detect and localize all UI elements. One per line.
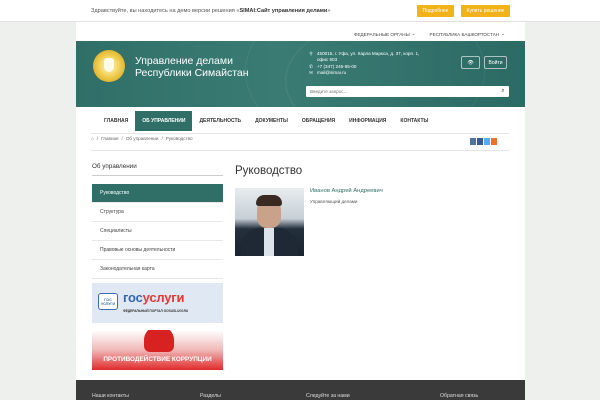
nav-activity[interactable]: ДЕЯТЕЛЬНОСТЬ (192, 111, 248, 131)
divider (92, 175, 223, 176)
footer-follow-heading: Следуйте за нами (306, 393, 350, 399)
photo-shirt (264, 228, 274, 256)
vk-icon[interactable] (470, 138, 476, 145)
stop-hand-icon (144, 330, 174, 352)
person-photo[interactable] (235, 188, 304, 256)
share-buttons (470, 138, 497, 145)
breadcrumb-separator: / (121, 136, 123, 141)
demo-notice-suffix: » (327, 7, 331, 14)
anti-corruption-text: ПРОТИВОДЕЙСТВИЕ КОРРУПЦИИ (103, 356, 212, 363)
sidebar-item-legislative-map[interactable]: Законодательная карта (92, 260, 223, 279)
sidebar-item-structure[interactable]: Структура (92, 203, 223, 222)
home-icon[interactable]: ⌂ (91, 136, 94, 141)
federal-authorities-link[interactable]: ФЕДЕРАЛЬНЫЕ ОРГАНЫ ⌄ (354, 28, 416, 40)
footer-contacts-heading: Наши контакты (92, 393, 129, 399)
page-title: Руководство (235, 165, 303, 177)
person-position: Управляющий делами (310, 199, 358, 204)
buy-button[interactable]: Купить решение (461, 5, 510, 17)
person-name-link[interactable]: Иванов Андрей Андреевич (310, 188, 383, 194)
top-links: ФЕДЕРАЛЬНЫЕ ОРГАНЫ ⌄ РЕСПУБЛИКА БАШКОРТОС… (76, 28, 525, 40)
gosuslugi-logo-part1: гос (123, 290, 143, 305)
nav-appeals[interactable]: ОБРАЩЕНИЯ (295, 111, 342, 131)
mail-icon: ✉ (309, 70, 313, 76)
divider (91, 150, 509, 151)
republic-link[interactable]: РЕСПУБЛИКА БАШКОРТОСТАН ⌄ (430, 28, 506, 40)
odnoklassniki-icon[interactable] (491, 138, 497, 145)
chevron-down-icon: ⌄ (411, 31, 416, 36)
republic-label: РЕСПУБЛИКА БАШКОРТОСТАН (429, 31, 500, 37)
demo-notice-prefix: Здравствуйте, вы находитесь на демо верс… (91, 7, 240, 14)
accessibility-button[interactable]: 👁 (461, 56, 480, 69)
login-button[interactable]: Войти (484, 56, 507, 69)
facebook-icon[interactable] (477, 138, 483, 145)
nav-information[interactable]: ИНФОРМАЦИЯ (342, 111, 393, 131)
emblem-logo[interactable] (93, 50, 125, 82)
sidebar-item-leadership[interactable]: Руководство (92, 184, 223, 203)
breadcrumb: ⌂ / Главная / Об управлении / Руководств… (91, 136, 193, 141)
nav-contacts[interactable]: КОНТАКТЫ (393, 111, 435, 131)
search-button[interactable]: ⌕ (497, 86, 509, 97)
email-link[interactable]: mail@simai.ru (317, 70, 346, 76)
eye-icon: 👁 (467, 59, 474, 66)
divider (91, 133, 509, 134)
chevron-down-icon: ⌄ (501, 31, 505, 36)
demo-product-link[interactable]: SIMAI:Сайт управления делами (239, 8, 327, 14)
site-title[interactable]: Управление делами Республики Симайстан (135, 55, 295, 79)
gosuslugi-logo-part2: услуги (142, 290, 185, 305)
search-bar: ⌕ (306, 86, 509, 97)
gosuslugi-subtitle: ФЕДЕРАЛЬНЫЙ ПОРТАЛ GOSUSLUGI.RU (123, 309, 189, 313)
sidebar-title: Об управлении (92, 163, 137, 170)
more-button[interactable]: Подробнее (417, 5, 454, 17)
sidebar-item-legal-basis[interactable]: Правовые основы деятельности (92, 241, 223, 260)
gosuslugi-badge: ГОС УСЛУГИ (98, 293, 118, 310)
footer-feedback-heading: Обратная связь (440, 393, 479, 399)
breadcrumb-home[interactable]: Главная (101, 136, 118, 141)
breadcrumb-separator: / (161, 136, 163, 141)
header-contacts: ⚲ 450015, г. Уфа, ул. Карла Маркса, д. 37… (308, 51, 419, 77)
main-nav: ГЛАВНАЯ ОБ УПРАВЛЕНИИ ДЕЯТЕЛЬНОСТЬ ДОКУМ… (76, 111, 525, 131)
breadcrumb-current: Руководство (165, 136, 193, 141)
footer: Наши контакты Разделы Следуйте за нами О… (76, 380, 525, 400)
twitter-icon[interactable] (484, 138, 490, 145)
anti-corruption-banner[interactable]: ПРОТИВОДЕЙСТВИЕ КОРРУПЦИИ (92, 330, 223, 370)
demo-bar: Здравствуйте, вы находитесь на демо верс… (0, 0, 600, 22)
site-title-line2: Республики Симайстан (135, 67, 249, 79)
search-input[interactable] (306, 86, 497, 97)
federal-authorities-label: ФЕДЕРАЛЬНЫЕ ОРГАНЫ (353, 31, 410, 37)
breadcrumb-about[interactable]: Об управлении (126, 136, 159, 141)
gosuslugi-banner[interactable]: ГОС УСЛУГИ госуслуги ФЕДЕРАЛЬНЫЙ ПОРТАЛ … (92, 283, 223, 323)
breadcrumb-separator: / (96, 136, 99, 141)
sidebar-item-specialists[interactable]: Специалисты (92, 222, 223, 241)
search-icon: ⌕ (501, 88, 505, 94)
nav-home[interactable]: ГЛАВНАЯ (97, 111, 135, 131)
photo-hair (256, 195, 282, 206)
site-title-line1: Управление делами (135, 55, 233, 67)
demo-notice: Здравствуйте, вы находитесь на демо верс… (91, 8, 330, 14)
header-banner: Управление делами Республики Симайстан ⚲… (76, 41, 525, 107)
footer-sections-heading: Разделы (200, 393, 221, 399)
sidebar-menu: Руководство Структура Специалисты Правов… (92, 184, 223, 279)
nav-documents[interactable]: ДОКУМЕНТЫ (248, 111, 295, 131)
nav-about[interactable]: ОБ УПРАВЛЕНИИ (135, 111, 193, 131)
gosuslugi-logo: госуслуги (123, 290, 185, 305)
